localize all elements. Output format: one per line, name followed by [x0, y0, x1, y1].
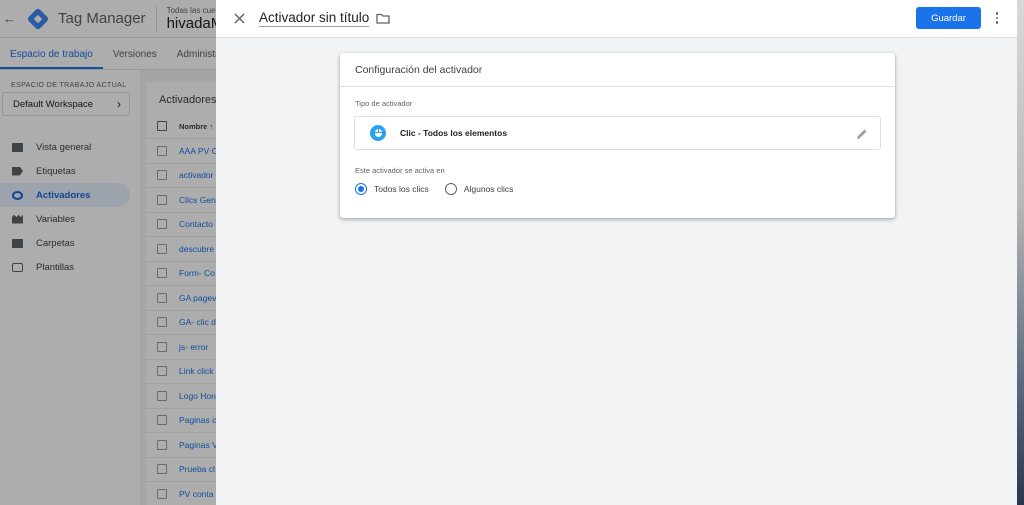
save-button[interactable]: Guardar: [916, 7, 981, 29]
radio-selected-icon[interactable]: [355, 183, 367, 195]
close-button[interactable]: [228, 8, 250, 30]
close-icon: [233, 13, 245, 24]
trigger-type-label: Tipo de activador: [355, 99, 413, 108]
folder-icon: [376, 13, 390, 24]
edit-pencil-icon[interactable]: [856, 127, 870, 141]
folder-button[interactable]: [376, 12, 392, 26]
trigger-name-field[interactable]: Activador sin título: [259, 10, 370, 27]
fires-on-label: Este activador se activa en: [355, 166, 445, 175]
more-options-button[interactable]: [990, 9, 1004, 27]
card-title: Configuración del activador: [340, 53, 895, 87]
fires-on-options: Todos los clics Algunos clics: [355, 183, 895, 195]
trigger-type-selector[interactable]: Clic - Todos los elementos: [354, 116, 881, 150]
radio-some-clicks[interactable]: Algunos clics: [444, 183, 514, 195]
trigger-title[interactable]: Activador sin título: [259, 10, 369, 25]
trigger-configuration-card: Configuración del activador Tipo de acti…: [340, 53, 895, 218]
modal-scrim[interactable]: [0, 0, 216, 505]
trigger-type-name: Clic - Todos los elementos: [400, 128, 508, 138]
click-trigger-icon: [370, 125, 386, 141]
radio-label: Algunos clics: [463, 184, 514, 194]
editor-header: Activador sin título Guardar: [216, 0, 1017, 38]
radio-label: Todos los clics: [374, 184, 429, 194]
more-vert-icon: [995, 12, 999, 15]
radio-unselected-icon[interactable]: [444, 183, 457, 195]
trigger-editor: Activador sin título Guardar Configuraci…: [216, 0, 1017, 505]
desktop-edge: [1017, 0, 1024, 505]
radio-all-clicks[interactable]: Todos los clics: [355, 183, 429, 195]
